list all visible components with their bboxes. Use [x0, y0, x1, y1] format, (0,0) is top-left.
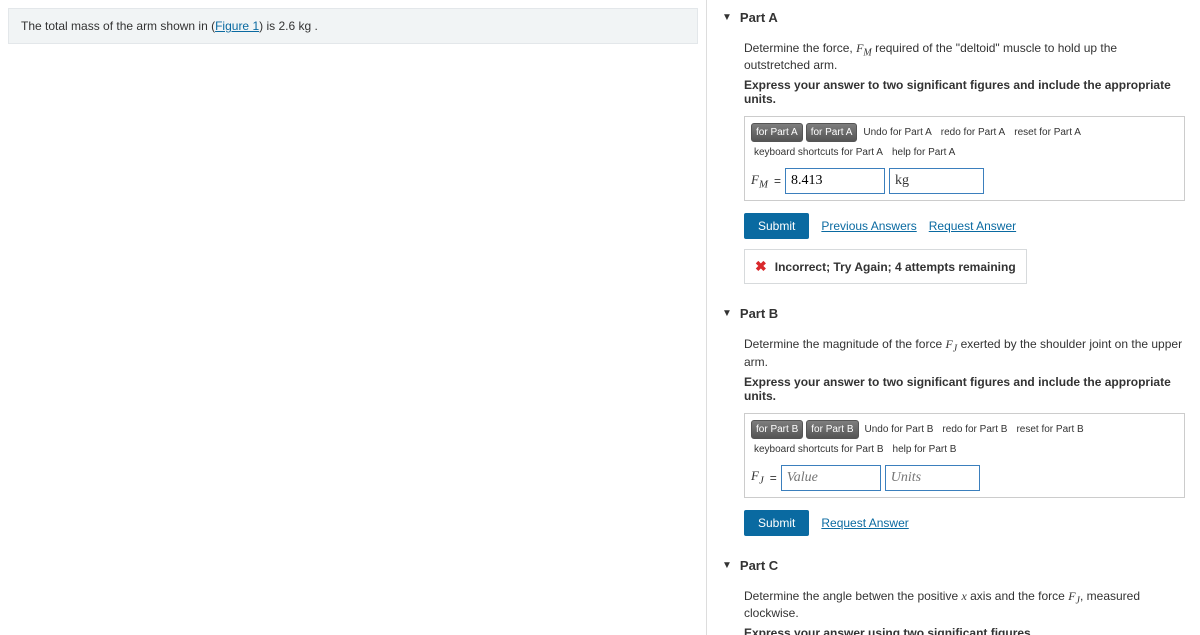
- problem-prefix: The total mass of the arm shown in (: [21, 19, 215, 33]
- part-c: ▼ Part C Determine the angle betwen the …: [722, 554, 1185, 635]
- part-a-prompt: Determine the force, FM required of the …: [744, 41, 1185, 72]
- pb-var-letter: F: [751, 468, 759, 483]
- pb-answer-row: FJ =: [751, 465, 1178, 491]
- pb-input-box: for Part B for Part B Undo for Part B re…: [744, 413, 1185, 498]
- pa-previous-answers[interactable]: Previous Answers: [821, 219, 916, 233]
- part-b-title: Part B: [740, 306, 778, 321]
- pb-value-input[interactable]: [781, 465, 881, 491]
- pa-var-label: FM: [751, 172, 768, 191]
- right-panel: ▼ Part A Determine the force, FM require…: [707, 0, 1200, 635]
- pb-tool-2[interactable]: for Part B: [806, 420, 858, 439]
- problem-suffix: ) is 2.6 kg .: [259, 19, 318, 33]
- pa-submit-button[interactable]: Submit: [744, 213, 809, 239]
- pb-reset[interactable]: reset for Part B: [1013, 422, 1086, 437]
- pa-redo[interactable]: redo for Part A: [938, 125, 1008, 140]
- pa-button-row: Submit Previous Answers Request Answer: [744, 213, 1185, 239]
- pa-var-letter: F: [751, 172, 759, 187]
- pa-var: FM: [856, 41, 872, 55]
- part-b: ▼ Part B Determine the magnitude of the …: [722, 302, 1185, 535]
- pa-var-sub: M: [863, 47, 871, 58]
- caret-down-icon: ▼: [722, 12, 732, 23]
- pb-prompt: Determine the magnitude of the force FJ …: [744, 337, 1185, 368]
- pa-instruction: Express your answer to two significant f…: [744, 78, 1185, 106]
- pa-tool-1[interactable]: for Part A: [751, 123, 803, 142]
- pa-undo[interactable]: Undo for Part A: [860, 125, 934, 140]
- pb-var-f: F: [945, 337, 952, 351]
- pa-input-box: for Part A for Part A Undo for Part A re…: [744, 116, 1185, 201]
- part-c-header[interactable]: ▼ Part C: [722, 554, 1185, 577]
- caret-down-icon: ▼: [722, 560, 732, 571]
- pc-var: FJ: [1068, 589, 1080, 603]
- pb-submit-button[interactable]: Submit: [744, 510, 809, 536]
- pa-kb[interactable]: keyboard shortcuts for Part A: [751, 145, 886, 160]
- pa-prompt-pre: Determine the force,: [744, 41, 856, 55]
- pc-prompt-mid: axis and the force: [967, 589, 1068, 603]
- pc-prompt-pre: Determine the angle betwen the positive: [744, 589, 961, 603]
- part-b-header[interactable]: ▼ Part B: [722, 302, 1185, 325]
- part-a-title: Part A: [740, 10, 778, 25]
- pb-instruction: Express your answer to two significant f…: [744, 375, 1185, 403]
- pb-prompt-pre: Determine the magnitude of the force: [744, 337, 945, 351]
- part-c-title: Part C: [740, 558, 778, 573]
- pb-request-answer[interactable]: Request Answer: [821, 516, 908, 530]
- pb-button-row: Submit Request Answer: [744, 510, 1185, 536]
- pc-var-f: F: [1068, 589, 1075, 603]
- pa-tool-2[interactable]: for Part A: [806, 123, 858, 142]
- pa-feedback: ✖ Incorrect; Try Again; 4 attempts remai…: [744, 249, 1027, 284]
- pb-help[interactable]: help for Part B: [890, 442, 960, 457]
- pa-equals: =: [774, 174, 781, 188]
- pb-kb[interactable]: keyboard shortcuts for Part B: [751, 442, 887, 457]
- pb-var-label: FJ: [751, 468, 764, 487]
- pb-redo[interactable]: redo for Part B: [939, 422, 1010, 437]
- incorrect-x-icon: ✖: [755, 258, 767, 275]
- pc-prompt: Determine the angle betwen the positive …: [744, 589, 1185, 620]
- part-a-header[interactable]: ▼ Part A: [722, 6, 1185, 29]
- part-c-body: Determine the angle betwen the positive …: [722, 577, 1185, 635]
- pb-equals: =: [770, 471, 777, 485]
- pa-feedback-text: Incorrect; Try Again; 4 attempts remaini…: [775, 260, 1016, 274]
- pb-tool-1[interactable]: for Part B: [751, 420, 803, 439]
- pc-instruction: Express your answer using two significan…: [744, 626, 1185, 635]
- left-panel: The total mass of the arm shown in (Figu…: [0, 0, 707, 635]
- part-a-body: Determine the force, FM required of the …: [722, 29, 1185, 284]
- pa-help[interactable]: help for Part A: [889, 145, 958, 160]
- part-b-body: Determine the magnitude of the force FJ …: [722, 325, 1185, 535]
- pb-var-sub2: J: [759, 475, 764, 487]
- pb-toolbar: for Part B for Part B Undo for Part B re…: [751, 420, 1178, 457]
- pb-unit-input[interactable]: [885, 465, 980, 491]
- pb-undo[interactable]: Undo for Part B: [862, 422, 937, 437]
- caret-down-icon: ▼: [722, 308, 732, 319]
- pa-reset[interactable]: reset for Part A: [1011, 125, 1084, 140]
- pa-var-sub2: M: [759, 179, 768, 191]
- pa-unit-input[interactable]: [889, 168, 984, 194]
- pb-var: FJ: [945, 337, 957, 351]
- part-a: ▼ Part A Determine the force, FM require…: [722, 6, 1185, 284]
- pa-request-answer[interactable]: Request Answer: [929, 219, 1016, 233]
- problem-statement: The total mass of the arm shown in (Figu…: [8, 8, 698, 44]
- pa-toolbar: for Part A for Part A Undo for Part A re…: [751, 123, 1178, 160]
- pa-answer-row: FM =: [751, 168, 1178, 194]
- figure-link[interactable]: Figure 1: [215, 19, 259, 33]
- pa-value-input[interactable]: [785, 168, 885, 194]
